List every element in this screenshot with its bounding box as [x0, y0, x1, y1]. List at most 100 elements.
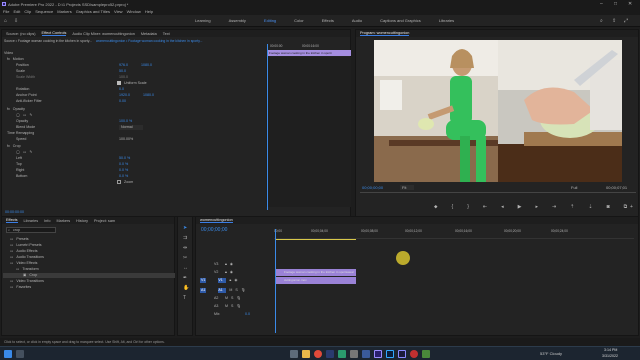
clock-time[interactable]: 3:14 PM: [604, 348, 617, 352]
source-patch-v1[interactable]: V1: [200, 278, 207, 283]
media-encoder-icon[interactable]: [398, 350, 406, 358]
crop-top-value[interactable]: 0.0 %: [119, 162, 128, 167]
premiere-icon[interactable]: [374, 350, 382, 358]
zoom-checkbox[interactable]: [117, 180, 121, 184]
menu-file[interactable]: File: [3, 9, 9, 14]
goto-out-icon[interactable]: ⇥: [552, 204, 556, 210]
task-view-icon[interactable]: [290, 350, 298, 358]
program-timecode[interactable]: 00;00;00;00: [362, 185, 383, 190]
uniform-scale-checkbox[interactable]: [117, 81, 121, 85]
master-volume[interactable]: 0.0: [245, 312, 250, 317]
tree-audio-transitions[interactable]: ▭ Audio Transitions: [10, 255, 44, 260]
mic-icon[interactable]: 🎙︎: [241, 288, 246, 293]
mask-shape-icons[interactable]: ◯ ▭ ✎: [16, 113, 32, 118]
lock-icon[interactable]: 🔒︎: [225, 270, 227, 275]
tree-video-effects[interactable]: ▭ Video Effects: [10, 261, 37, 266]
blend-mode-select[interactable]: Normal: [119, 125, 143, 130]
menu-graphics[interactable]: Graphics and Titles: [76, 9, 110, 14]
weather-text[interactable]: 53°F Cloudy: [540, 351, 562, 356]
scale-value[interactable]: 50.0: [119, 69, 126, 74]
mute-icon[interactable]: M: [225, 304, 228, 309]
mute-icon[interactable]: M: [225, 296, 228, 301]
mark-out-icon[interactable]: }: [467, 204, 469, 210]
fit-select[interactable]: Fit: [400, 185, 415, 190]
selection-tool-icon[interactable]: ➤: [183, 225, 187, 231]
pen-mask-icon[interactable]: ✎: [29, 150, 32, 155]
crop-right-value[interactable]: 0.0 %: [119, 168, 128, 173]
clock-date[interactable]: 3/31/2022: [602, 354, 618, 358]
tab-metadata[interactable]: Metadata: [141, 32, 157, 36]
solo-icon[interactable]: S: [231, 296, 233, 301]
motion-row[interactable]: fx Motion: [7, 57, 24, 62]
crop-section[interactable]: fx Crop: [7, 144, 21, 149]
share-icon[interactable]: ⇪: [612, 18, 616, 24]
lift-icon[interactable]: ⇡: [570, 204, 574, 210]
tree-crop[interactable]: ▣ Crop: [3, 273, 175, 278]
eye-icon[interactable]: ◉: [230, 262, 233, 267]
marker-icon[interactable]: ⬥: [434, 204, 438, 210]
compare-icon[interactable]: ⧉: [624, 204, 628, 210]
mute-icon[interactable]: M: [229, 288, 232, 293]
quality-select[interactable]: Full: [571, 185, 577, 190]
menu-view[interactable]: View: [114, 9, 123, 14]
slip-tool-icon[interactable]: ↔: [183, 265, 188, 271]
app-icon[interactable]: [338, 350, 346, 358]
file-explorer-icon[interactable]: [302, 350, 310, 358]
export-frame-icon[interactable]: ◙: [607, 204, 610, 210]
crop-bottom-value[interactable]: 0.0 %: [119, 174, 128, 179]
clip-v1[interactable]: cuttingonion.mov: [276, 277, 356, 284]
hand-tool-icon[interactable]: ✋: [183, 285, 189, 291]
lock-icon[interactable]: 🔒︎: [229, 278, 231, 283]
position-x[interactable]: 976.0: [119, 63, 128, 68]
clip-v2[interactable]: Footage woman cooking in the kitchen in …: [276, 269, 356, 276]
ellipse-mask-icon[interactable]: ◯: [16, 113, 20, 118]
crop-mask-icons[interactable]: ◯ ▭ ✎: [16, 150, 32, 155]
menu-clip[interactable]: Clip: [24, 9, 31, 14]
app-icon[interactable]: [326, 350, 334, 358]
photoshop-icon[interactable]: [386, 350, 394, 358]
tab-sequence[interactable]: womencuttingonion: [200, 218, 233, 223]
track-select-tool-icon[interactable]: ⇉: [183, 235, 187, 241]
goto-in-icon[interactable]: ⇤: [483, 204, 487, 210]
clip-selector[interactable]: Source • Footage woman cooking in the ki…: [4, 39, 203, 43]
razor-tool-icon[interactable]: ✂: [183, 255, 187, 261]
ec-clip-bar[interactable]: Footage woman cooking in the kitchen in …: [267, 50, 351, 56]
home-icon[interactable]: ⌂: [4, 18, 7, 24]
timeline-timecode[interactable]: 00;00;00;00: [201, 227, 227, 233]
app-icon[interactable]: [350, 350, 358, 358]
app-icon[interactable]: [422, 350, 430, 358]
pen-tool-icon[interactable]: ✒: [183, 275, 187, 281]
menu-edit[interactable]: Edit: [13, 9, 20, 14]
clip-label[interactable]: womencuttingonion • Footage woman cookin…: [96, 39, 202, 43]
menu-help[interactable]: Help: [145, 9, 153, 14]
ws-libraries[interactable]: Libraries: [439, 18, 454, 23]
import-icon[interactable]: ⇩: [14, 18, 18, 24]
rotation-value[interactable]: 0.0: [119, 87, 124, 92]
tree-transform[interactable]: ▭ Transform: [16, 267, 39, 272]
solo-icon[interactable]: S: [235, 288, 237, 293]
tab-history[interactable]: History: [76, 219, 88, 223]
ws-learning[interactable]: Learning: [195, 18, 211, 23]
lock-icon[interactable]: 🔒︎: [225, 262, 227, 267]
ws-editing[interactable]: Editing: [264, 18, 276, 23]
app-icon[interactable]: [362, 350, 370, 358]
menu-window[interactable]: Window: [127, 9, 141, 14]
antiflicker-value[interactable]: 0.00: [119, 99, 126, 104]
minimize-button[interactable]: –: [600, 1, 603, 7]
fullscreen-icon[interactable]: ⤢: [624, 18, 628, 24]
rect-mask-icon[interactable]: ▭: [23, 113, 26, 118]
tree-presets[interactable]: ▭ Presets: [10, 237, 29, 242]
search-icon[interactable]: ⌕: [600, 18, 603, 24]
type-tool-icon[interactable]: T: [183, 295, 186, 301]
mark-in-icon[interactable]: {: [452, 204, 454, 210]
mic-icon[interactable]: 🎙︎: [236, 304, 241, 309]
tab-libraries[interactable]: Libraries: [24, 219, 39, 223]
windows-start-icon[interactable]: [4, 350, 12, 358]
ripple-tool-icon[interactable]: ⇹: [183, 245, 187, 251]
tab-audio-mixer[interactable]: Audio Clip Mixer: womencuttingonion: [72, 32, 134, 36]
chrome-icon[interactable]: [314, 350, 322, 358]
extract-icon[interactable]: ⇣: [588, 204, 592, 210]
add-button-icon[interactable]: +: [630, 204, 633, 210]
maximize-button[interactable]: □: [614, 1, 617, 7]
ellipse-mask-icon[interactable]: ◯: [16, 150, 20, 155]
